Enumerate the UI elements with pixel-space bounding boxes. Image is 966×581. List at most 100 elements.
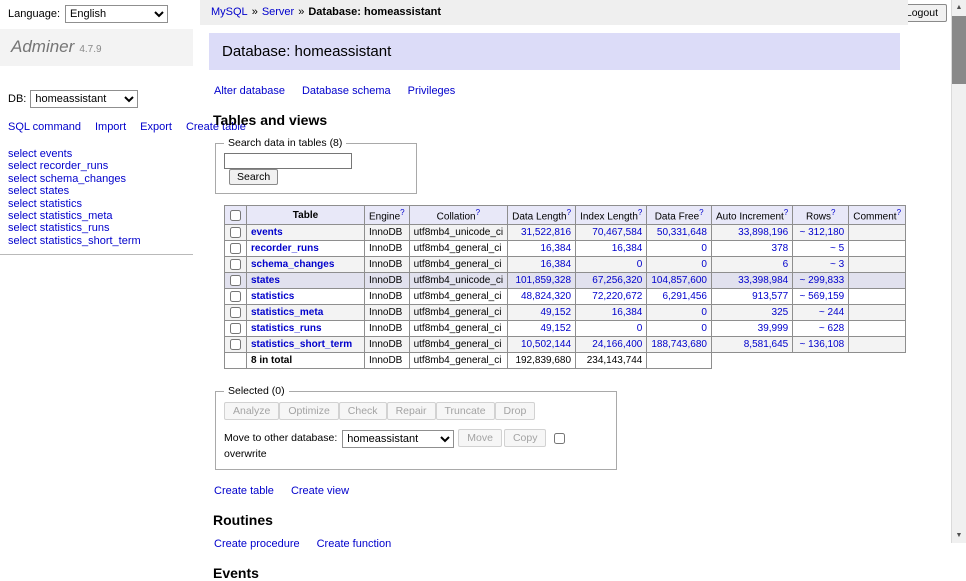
- row-checkbox[interactable]: [230, 227, 241, 238]
- rows-count-link[interactable]: ~ 569,159: [799, 291, 844, 302]
- help-icon[interactable]: ?: [400, 208, 404, 217]
- row-checkbox[interactable]: [230, 339, 241, 350]
- index-length-link[interactable]: 0: [637, 259, 643, 270]
- link-privileges[interactable]: Privileges: [408, 85, 456, 97]
- data-length-link[interactable]: 31,522,816: [521, 227, 571, 238]
- auto-increment-link[interactable]: 33,398,984: [738, 275, 788, 286]
- data-length-link[interactable]: 101,859,328: [515, 275, 571, 286]
- auto-increment-link[interactable]: 378: [772, 243, 789, 254]
- select-all-checkbox[interactable]: [230, 210, 241, 221]
- scrollbar-thumb[interactable]: [952, 16, 966, 84]
- help-icon[interactable]: ?: [567, 208, 571, 217]
- language-select[interactable]: English: [65, 5, 168, 23]
- auto-increment-link[interactable]: 33,898,196: [738, 227, 788, 238]
- data-free-link[interactable]: 0: [701, 323, 707, 334]
- data-free-link[interactable]: 6,291,456: [662, 291, 707, 302]
- sidebar-item-select-schema-changes[interactable]: select schema_changes: [8, 173, 185, 185]
- link-create-view[interactable]: Create view: [291, 485, 349, 497]
- sidebar-action-export[interactable]: Export: [140, 121, 172, 133]
- link-create-procedure[interactable]: Create procedure: [214, 538, 300, 550]
- button-analyze[interactable]: Analyze: [224, 402, 279, 420]
- breadcrumb-mysql-link[interactable]: MySQL: [211, 6, 248, 18]
- row-checkbox[interactable]: [230, 307, 241, 318]
- sidebar-item-select-states[interactable]: select states: [8, 185, 185, 197]
- breadcrumb-server-link[interactable]: Server: [262, 6, 294, 18]
- data-length-link[interactable]: 16,384: [540, 243, 571, 254]
- data-free-link[interactable]: 0: [701, 243, 707, 254]
- app-name-link[interactable]: Adminer: [11, 37, 74, 56]
- data-free-link[interactable]: 188,743,680: [651, 339, 707, 350]
- scrollbar-down-arrow-icon[interactable]: ▼: [952, 528, 966, 543]
- table-link-states[interactable]: states: [251, 275, 280, 286]
- button-drop[interactable]: Drop: [495, 402, 536, 420]
- data-length-link[interactable]: 10,502,144: [521, 339, 571, 350]
- data-free-link[interactable]: 104,857,600: [651, 275, 707, 286]
- data-free-link[interactable]: 0: [701, 307, 707, 318]
- index-length-link[interactable]: 24,166,400: [592, 339, 642, 350]
- table-link-statistics[interactable]: statistics: [251, 291, 294, 302]
- copy-button[interactable]: Copy: [504, 429, 547, 447]
- table-link-schema-changes[interactable]: schema_changes: [251, 259, 334, 270]
- sidebar-item-select-statistics-runs[interactable]: select statistics_runs: [8, 222, 185, 234]
- sidebar-item-select-statistics[interactable]: select statistics: [8, 198, 185, 210]
- auto-increment-link[interactable]: 8,581,645: [744, 339, 789, 350]
- data-length-link[interactable]: 49,152: [540, 307, 571, 318]
- help-icon[interactable]: ?: [784, 208, 788, 217]
- button-truncate[interactable]: Truncate: [436, 402, 495, 420]
- search-button[interactable]: Search: [229, 169, 278, 185]
- table-link-statistics-short-term[interactable]: statistics_short_term: [251, 339, 352, 350]
- button-optimize[interactable]: Optimize: [279, 402, 338, 420]
- rows-count-link[interactable]: ~ 244: [819, 307, 844, 318]
- index-length-link[interactable]: 70,467,584: [592, 227, 642, 238]
- table-link-statistics-meta[interactable]: statistics_meta: [251, 307, 323, 318]
- help-icon[interactable]: ?: [476, 208, 480, 217]
- rows-count-link[interactable]: ~ 136,108: [799, 339, 844, 350]
- index-length-link[interactable]: 67,256,320: [592, 275, 642, 286]
- sidebar-action-import[interactable]: Import: [95, 121, 126, 133]
- table-link-recorder-runs[interactable]: recorder_runs: [251, 243, 319, 254]
- rows-count-link[interactable]: ~ 312,180: [799, 227, 844, 238]
- rows-count-link[interactable]: ~ 3: [830, 259, 844, 270]
- link-database-schema[interactable]: Database schema: [302, 85, 391, 97]
- data-length-link[interactable]: 16,384: [540, 259, 571, 270]
- row-checkbox[interactable]: [230, 243, 241, 254]
- data-length-link[interactable]: 49,152: [540, 323, 571, 334]
- table-link-statistics-runs[interactable]: statistics_runs: [251, 323, 322, 334]
- index-length-link[interactable]: 0: [637, 323, 643, 334]
- link-alter-database[interactable]: Alter database: [214, 85, 285, 97]
- help-icon[interactable]: ?: [699, 208, 703, 217]
- row-checkbox[interactable]: [230, 291, 241, 302]
- move-button[interactable]: Move: [458, 429, 502, 447]
- data-free-link[interactable]: 0: [701, 259, 707, 270]
- sidebar-item-select-recorder-runs[interactable]: select recorder_runs: [8, 160, 185, 172]
- sidebar-item-select-events[interactable]: select events: [8, 148, 185, 160]
- db-select[interactable]: homeassistant: [30, 90, 138, 108]
- help-icon[interactable]: ?: [638, 208, 642, 217]
- rows-count-link[interactable]: ~ 299,833: [799, 275, 844, 286]
- scrollbar-up-arrow-icon[interactable]: ▲: [952, 0, 966, 15]
- search-input[interactable]: [224, 153, 352, 169]
- help-icon[interactable]: ?: [831, 208, 835, 217]
- button-repair[interactable]: Repair: [387, 402, 436, 420]
- sidebar-item-select-statistics-meta[interactable]: select statistics_meta: [8, 210, 185, 222]
- index-length-link[interactable]: 16,384: [612, 307, 643, 318]
- table-link-events[interactable]: events: [251, 227, 283, 238]
- row-checkbox[interactable]: [230, 275, 241, 286]
- overwrite-checkbox[interactable]: [554, 433, 565, 444]
- scrollbar[interactable]: ▲ ▼: [951, 0, 966, 543]
- row-checkbox[interactable]: [230, 259, 241, 270]
- auto-increment-link[interactable]: 39,999: [758, 323, 789, 334]
- auto-increment-link[interactable]: 6: [783, 259, 789, 270]
- data-length-link[interactable]: 48,824,320: [521, 291, 571, 302]
- move-db-select[interactable]: homeassistant: [342, 430, 454, 448]
- rows-count-link[interactable]: ~ 628: [819, 323, 844, 334]
- index-length-link[interactable]: 16,384: [612, 243, 643, 254]
- auto-increment-link[interactable]: 325: [772, 307, 789, 318]
- index-length-link[interactable]: 72,220,672: [592, 291, 642, 302]
- rows-count-link[interactable]: ~ 5: [830, 243, 844, 254]
- link-create-function[interactable]: Create function: [317, 538, 392, 550]
- help-icon[interactable]: ?: [897, 208, 901, 217]
- sidebar-item-select-statistics-short-term[interactable]: select statistics_short_term: [8, 235, 185, 247]
- auto-increment-link[interactable]: 913,577: [752, 291, 788, 302]
- data-free-link[interactable]: 50,331,648: [657, 227, 707, 238]
